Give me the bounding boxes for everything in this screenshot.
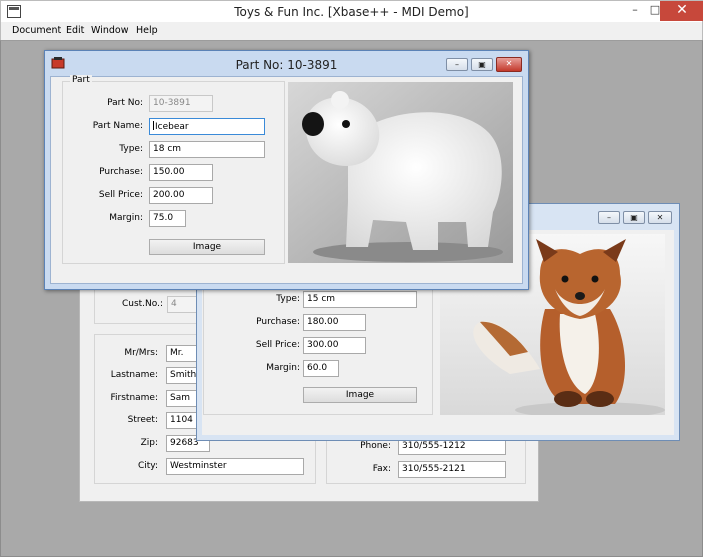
icebear-window-body: Part Part No: 10-3891 Part Name: Icebear… — [50, 75, 523, 284]
fox-minimize-button[interactable]: – — [598, 211, 620, 224]
image-button[interactable]: Image — [149, 239, 265, 255]
purchase-label: Purchase: — [99, 167, 143, 177]
part-name-value: Icebear — [155, 122, 189, 132]
part-no-field[interactable]: 10-3891 — [149, 95, 213, 112]
part-group-label: Part — [70, 75, 92, 85]
firstname-label: Firstname: — [110, 393, 159, 403]
salutation-label: Mr/Mrs: — [124, 348, 158, 358]
fox-restore-button[interactable]: ▣ — [623, 211, 645, 224]
part-name-label: Part Name: — [92, 121, 143, 131]
fox-close-button[interactable]: ✕ — [648, 211, 672, 224]
window-close-button[interactable]: ✕ — [496, 57, 522, 72]
fax-label: Fax: — [372, 464, 391, 474]
window-minimize-button[interactable]: – — [446, 58, 468, 71]
city-label: City: — [137, 461, 158, 471]
city-field[interactable]: Westminster — [166, 458, 304, 475]
app-title: Toys & Fun Inc. [Xbase++ - MDI Demo] — [234, 5, 469, 19]
fox-purchase-label: Purchase: — [256, 317, 300, 327]
customer-number-group: Cust.No.: 4 — [94, 286, 199, 324]
fox-margin-field[interactable]: 60.0 — [303, 360, 339, 377]
type-field[interactable]: 18 cm — [149, 141, 265, 158]
window-restore-button[interactable]: ▣ — [471, 58, 493, 71]
part-window-icebear: Part No: 10-3891 – ▣ ✕ Part Part No: 10-… — [44, 50, 529, 290]
fox-sell-price-label: Sell Price: — [255, 340, 300, 350]
app-titlebar: Toys & Fun Inc. [Xbase++ - MDI Demo] – □… — [0, 0, 703, 22]
polar-bear-plush-icon — [288, 82, 513, 263]
menu-document[interactable]: Document — [12, 25, 61, 36]
fax-field[interactable]: 310/555-2121 — [398, 461, 506, 478]
type-label: Type: — [119, 144, 143, 154]
fox-image-button[interactable]: Image — [303, 387, 417, 403]
menu-bar: Document Edit Window Help — [0, 22, 703, 40]
part-no-label: Part No: — [107, 98, 143, 108]
menu-edit[interactable]: Edit — [66, 25, 84, 36]
purchase-field[interactable]: 150.00 — [149, 164, 213, 181]
fox-margin-label: Margin: — [266, 363, 300, 373]
fox-type-label: Type: — [276, 294, 300, 304]
cust-no-field[interactable]: 4 — [167, 296, 197, 313]
cust-no-label: Cust.No.: — [121, 299, 163, 309]
menu-window[interactable]: Window — [91, 25, 128, 36]
text-cursor — [153, 121, 154, 130]
fox-sell-price-field[interactable]: 300.00 — [303, 337, 366, 354]
polar-bear-plush-photo — [288, 82, 513, 263]
street-label: Street: — [127, 415, 158, 425]
margin-label: Margin: — [109, 213, 143, 223]
menu-help[interactable]: Help — [136, 25, 158, 36]
part-name-field[interactable]: Icebear — [149, 118, 265, 135]
fox-purchase-field[interactable]: 180.00 — [303, 314, 366, 331]
lastname-label: Lastname: — [110, 370, 158, 380]
sell-price-field[interactable]: 200.00 — [149, 187, 213, 204]
close-button[interactable]: ✕ — [660, 1, 703, 21]
part-group: Part Part No: 10-3891 Part Name: Icebear… — [62, 75, 285, 264]
fox-type-field[interactable]: 15 cm — [303, 291, 417, 308]
zip-label: Zip: — [140, 438, 158, 448]
margin-field[interactable]: 75.0 — [149, 210, 186, 227]
sell-price-label: Sell Price: — [98, 190, 143, 200]
phone-label: Phone: — [360, 441, 391, 451]
